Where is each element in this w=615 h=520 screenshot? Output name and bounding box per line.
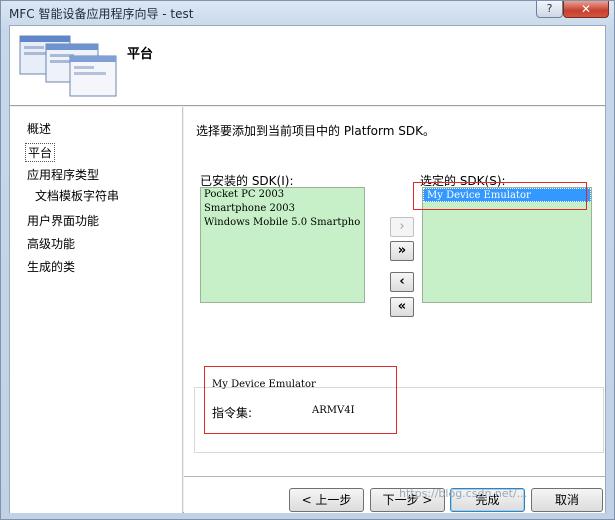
help-button[interactable]: ? — [536, 1, 563, 18]
wizard-window: MFC 智能设备应用程序向导 - test ? ✕ 平台 概述 平台 应用程序类… — [0, 0, 615, 520]
page-title: 平台 — [127, 47, 154, 62]
nav-item-generated-classes[interactable]: 生成的类 — [27, 258, 75, 275]
highlight-box — [413, 182, 587, 210]
add-one-button[interactable]: › — [390, 217, 414, 237]
list-item[interactable]: Windows Mobile 5.0 Smartpho — [201, 216, 364, 230]
wizard-header: 平台 — [10, 26, 605, 106]
wizard-main: 选择要添加到当前项目中的 Platform SDK。 已安装的 SDK(I): … — [184, 107, 605, 513]
divider — [184, 476, 605, 477]
watermark-text: https://blog.csdn.net/... — [399, 487, 528, 500]
list-item[interactable]: Pocket PC 2003 — [201, 188, 364, 202]
list-item[interactable]: Smartphone 2003 — [201, 202, 364, 216]
nav-item-ui-features[interactable]: 用户界面功能 — [27, 212, 99, 229]
nav-item-app-type[interactable]: 应用程序类型 — [27, 166, 99, 183]
instruction-text: 选择要添加到当前项目中的 Platform SDK。 — [196, 124, 435, 138]
wizard-nav: 概述 平台 应用程序类型 文档模板字符串 用户界面功能 高级功能 生成的类 — [10, 107, 183, 513]
add-all-button[interactable]: » — [390, 241, 414, 261]
window-title: MFC 智能设备应用程序向导 - test — [9, 7, 194, 21]
installed-sdk-list[interactable]: Pocket PC 2003 Smartphone 2003 Windows M… — [200, 187, 365, 303]
nav-item-advanced-features[interactable]: 高级功能 — [27, 235, 75, 252]
close-button[interactable]: ✕ — [563, 1, 609, 18]
cancel-button[interactable]: 取消 — [531, 488, 603, 512]
nav-item-platform[interactable]: 平台 — [25, 143, 56, 162]
back-button[interactable]: < 上一步 — [289, 488, 364, 512]
nav-item-doc-template-strings[interactable]: 文档模板字符串 — [35, 187, 119, 204]
remove-one-button[interactable]: ‹ — [390, 272, 414, 292]
remove-all-button[interactable]: « — [390, 297, 414, 317]
highlight-box — [204, 366, 397, 434]
nav-item-overview[interactable]: 概述 — [27, 120, 51, 137]
wizard-banner-icon — [19, 35, 117, 97]
wizard-client: 平台 概述 平台 应用程序类型 文档模板字符串 用户界面功能 高级功能 生成的类… — [9, 25, 606, 513]
title-bar[interactable]: MFC 智能设备应用程序向导 - test ? ✕ — [1, 1, 614, 25]
